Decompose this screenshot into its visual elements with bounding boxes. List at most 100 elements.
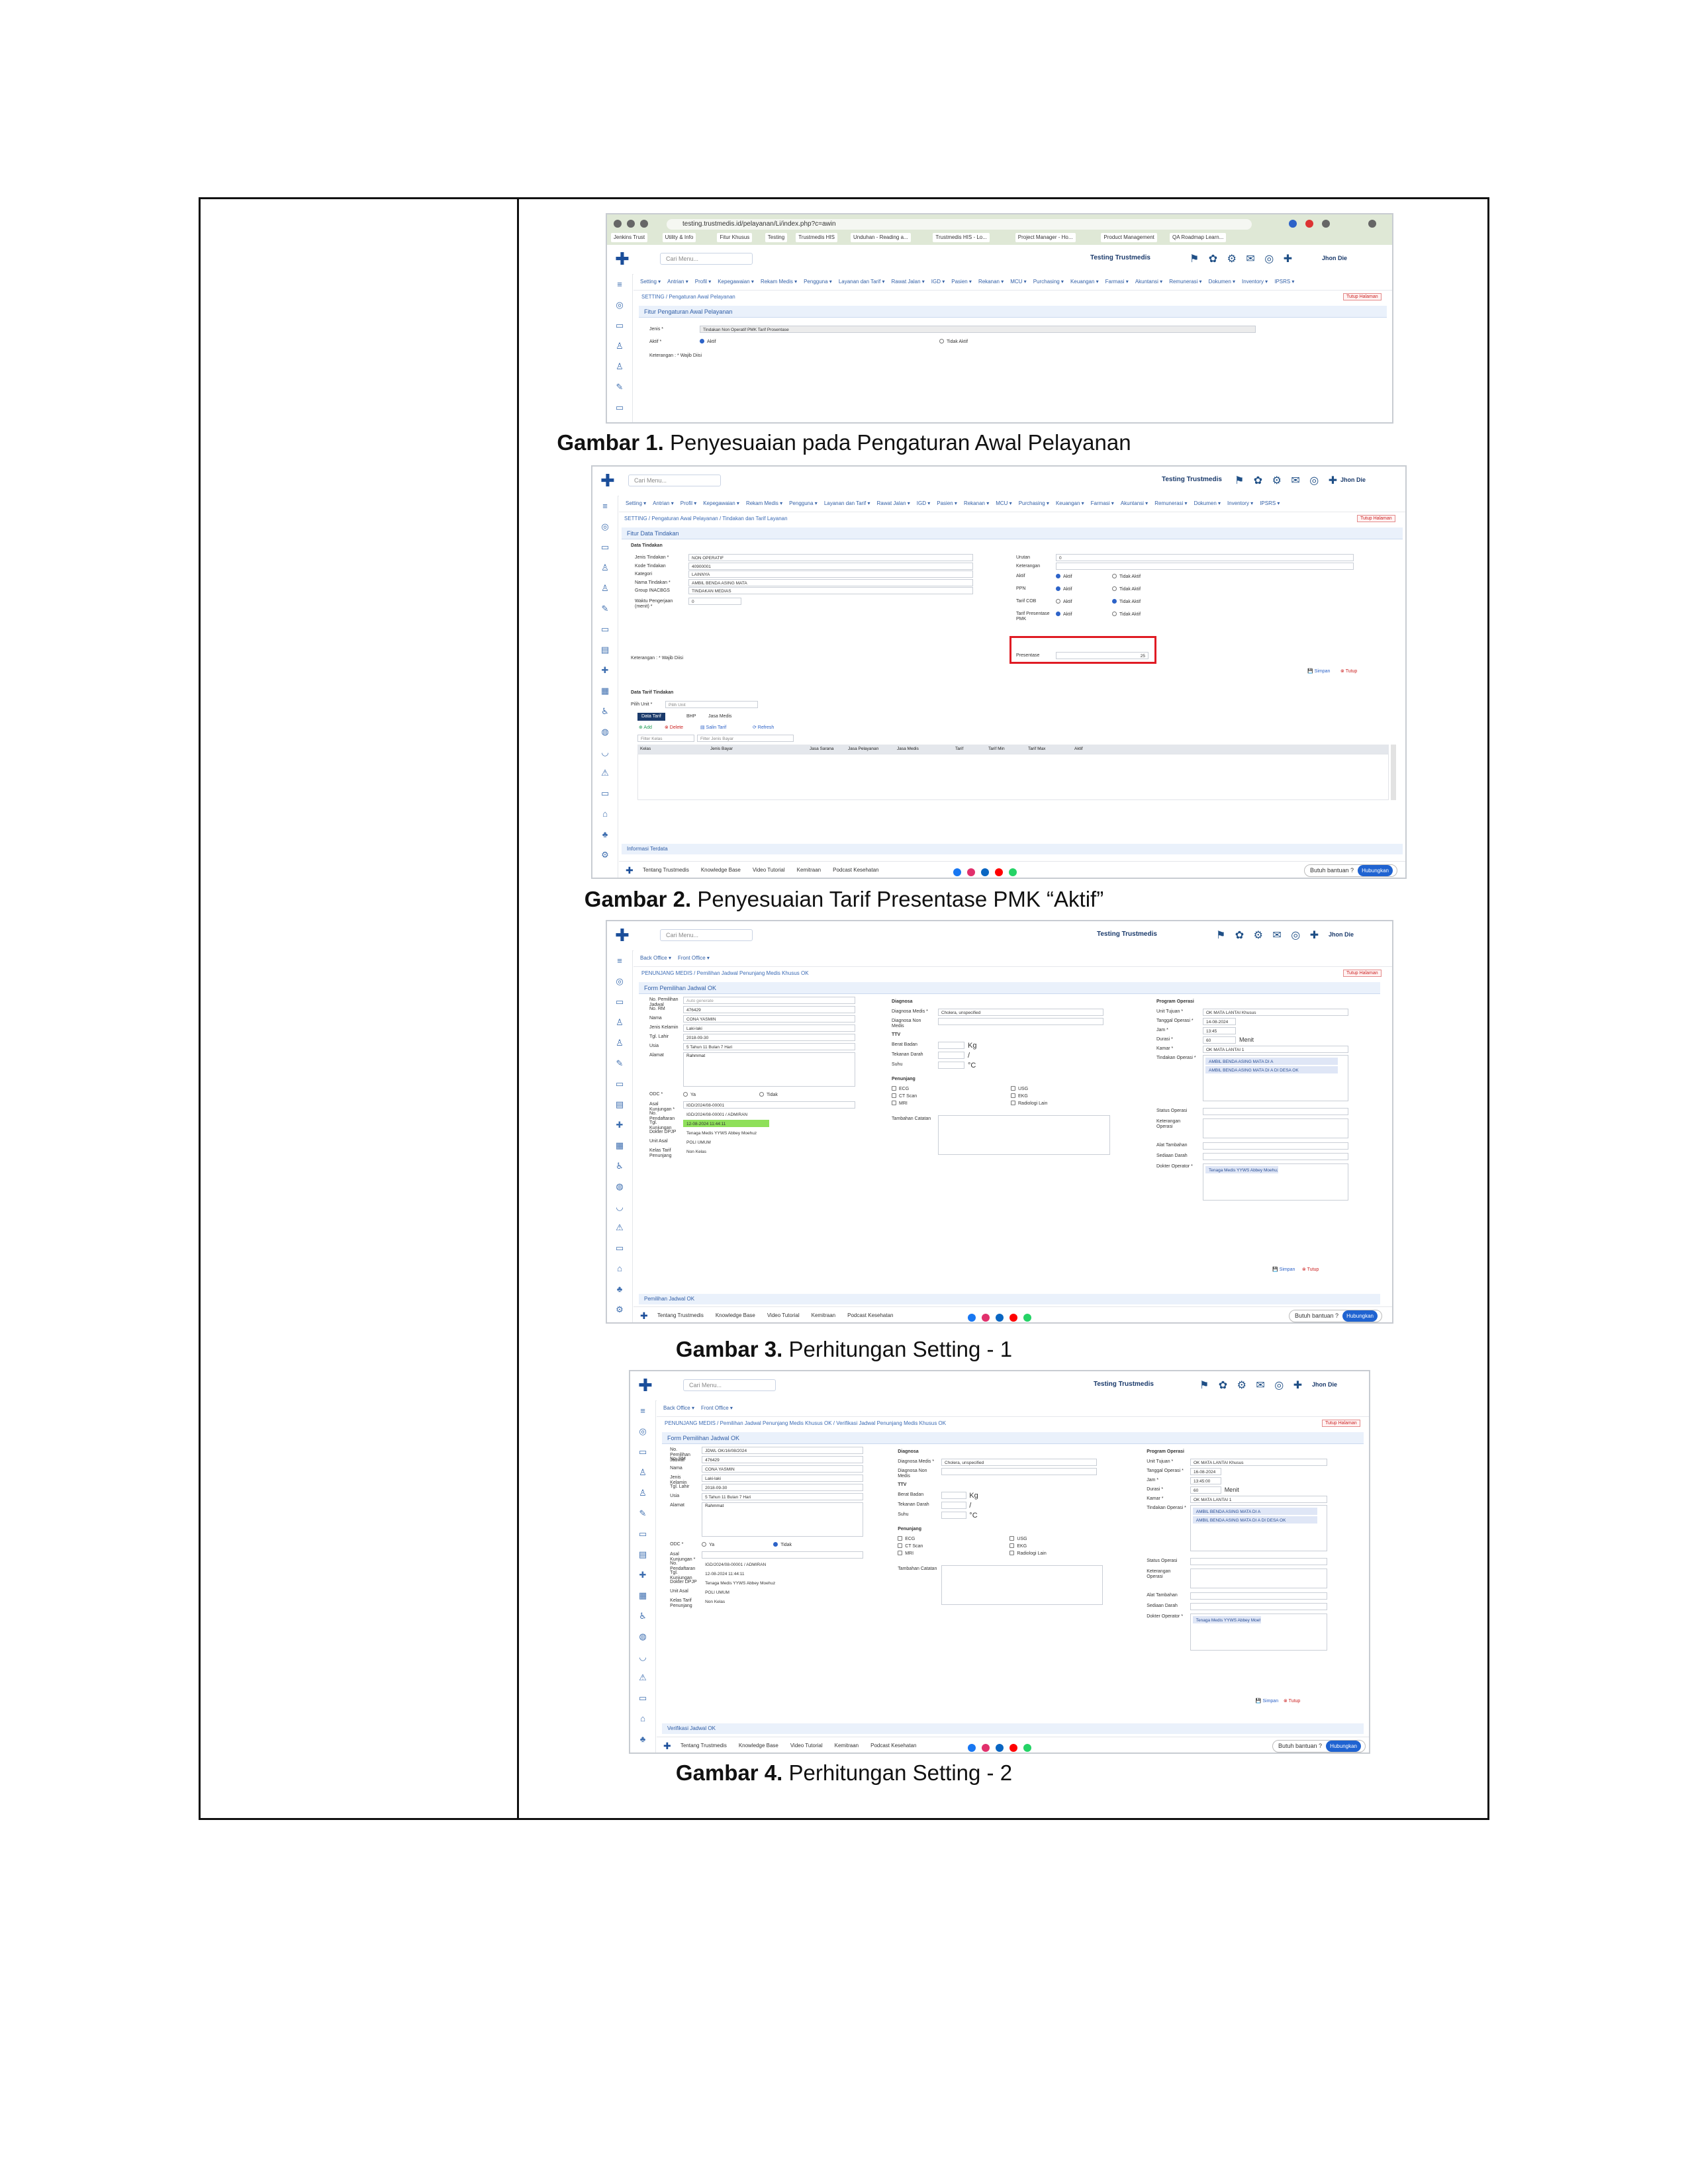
menu-item[interactable]: Layanan dan Tarif ▾ — [839, 279, 885, 285]
alamat-field[interactable]: Rahmmat — [683, 1052, 855, 1087]
delete-button[interactable]: ⊗ Delete — [665, 725, 683, 730]
save-button[interactable]: 💾 Simpan — [1307, 668, 1330, 674]
footer-link[interactable]: Podcast Kesehatan — [833, 867, 878, 873]
form-field[interactable]: CONA YASMIN — [702, 1465, 864, 1473]
form-field[interactable]: OK MATA LANTAI Khusus — [1203, 1009, 1348, 1016]
nav-icon[interactable]: ▭ — [607, 1073, 632, 1094]
social-icon[interactable] — [953, 868, 961, 876]
form-field[interactable]: TINDAKAN MEDIAS — [688, 587, 973, 594]
form-field[interactable]: 0 — [688, 598, 741, 605]
checkbox-mri[interactable]: MRI — [892, 1101, 908, 1106]
form-field[interactable] — [702, 1551, 864, 1559]
alat-field[interactable] — [1203, 1142, 1348, 1150]
menu-item[interactable]: Rawat Jalan ▾ — [877, 500, 910, 506]
header-icons[interactable]: ⚑ ✿ ⚙ ✉ ◎ ✚ — [1216, 929, 1322, 942]
nav-icon[interactable]: ▤ — [630, 1544, 655, 1565]
bookmark-item[interactable]: Fitur Khusus — [717, 233, 753, 242]
tindakan-chip[interactable]: AMBIL BENDA ASING MATA DI A — [1205, 1058, 1338, 1065]
menu-item[interactable]: Front Office ▾ — [678, 955, 710, 961]
catatan-field[interactable] — [938, 1115, 1110, 1155]
alamat-field[interactable]: Rahmmat — [702, 1502, 864, 1537]
menu-item[interactable]: Pengguna ▾ — [789, 500, 818, 506]
nav-icon[interactable]: ⚠ — [592, 762, 618, 783]
nav-icon[interactable]: ▦ — [592, 680, 618, 701]
nav-icon[interactable]: ▭ — [592, 619, 618, 639]
menu-icon[interactable]: ≡ — [630, 1400, 655, 1421]
social-icon[interactable] — [982, 1314, 990, 1322]
form-field[interactable]: 2018-09-30 — [702, 1484, 864, 1491]
menu-icon[interactable]: ≡ — [592, 496, 618, 516]
nav-icon[interactable]: ⚠ — [630, 1667, 655, 1688]
form-field[interactable]: 5 Tahun 11 Bulan 7 Hari — [683, 1043, 855, 1050]
search-input[interactable]: Cari Menu... — [660, 929, 753, 941]
nav-icon[interactable]: ♙ — [630, 1482, 655, 1503]
nav-icon[interactable]: ♙ — [592, 578, 618, 598]
menu-item[interactable]: MCU ▾ — [996, 500, 1011, 506]
extension-icon[interactable] — [1305, 220, 1313, 228]
social-icon[interactable] — [1023, 1314, 1031, 1322]
form-field[interactable]: 14-08-2024 — [1203, 1018, 1236, 1025]
menu-kebab-icon[interactable] — [1368, 220, 1376, 228]
menu-item[interactable]: Rekam Medis ▾ — [761, 279, 797, 285]
checkbox-ekg[interactable]: EKG — [1011, 1093, 1028, 1099]
radio-odc-tidak[interactable]: Tidak — [773, 1542, 792, 1547]
nav-icon[interactable]: ◎ — [607, 295, 632, 315]
refresh-button[interactable]: ⟳ Refresh — [753, 725, 774, 730]
form-field[interactable]: Auto generate — [683, 997, 855, 1004]
form-field[interactable]: IGD/2024/08-00001 — [683, 1101, 855, 1109]
menu-item[interactable]: Pasien ▾ — [937, 500, 957, 506]
nav-icon[interactable]: ♙ — [607, 336, 632, 356]
close-page-button[interactable]: Tutup Halaman — [1343, 970, 1382, 977]
filter-jenis-input[interactable]: Filter Jenis Bayar — [697, 735, 794, 742]
nav-icon[interactable]: ♣ — [592, 824, 618, 844]
radio-aktif[interactable]: Aktif — [700, 339, 716, 344]
menu-item[interactable]: Antrian ▾ — [653, 500, 674, 506]
keterangan-field[interactable] — [1190, 1569, 1327, 1588]
radio-odc-tidak[interactable]: Tidak — [759, 1092, 778, 1097]
checkbox-mri[interactable]: MRI — [898, 1551, 914, 1556]
breadcrumb-item[interactable]: SETTING — [641, 294, 665, 300]
tab-data-tarif[interactable]: Data Tarif — [637, 713, 665, 721]
form-field[interactable]: OK MATA LANTAI 1 — [1190, 1496, 1327, 1503]
menu-item[interactable]: Rekam Medis ▾ — [746, 500, 782, 506]
menu-item[interactable]: Rawat Jalan ▾ — [892, 279, 925, 285]
nav-icon[interactable]: ⌂ — [607, 1258, 632, 1279]
nav-icon[interactable]: ✚ — [592, 660, 618, 680]
nav-icon[interactable]: ⌂ — [592, 803, 618, 824]
social-icon[interactable] — [981, 868, 989, 876]
close-button[interactable]: ⊗ Tutup — [1302, 1267, 1319, 1272]
checkbox-radiologi-lain[interactable]: Radiologi Lain — [1011, 1101, 1047, 1106]
nav-icon[interactable]: ⚙ — [592, 844, 618, 865]
checkbox-ecg[interactable]: ECG — [898, 1536, 915, 1541]
footer-link[interactable]: Tentang Trustmedis — [680, 1743, 727, 1749]
form-field[interactable]: LAINNYA — [688, 570, 973, 578]
back-icon[interactable] — [614, 220, 622, 228]
tab-bhp[interactable]: BHP — [682, 713, 700, 721]
form-field[interactable] — [941, 1468, 1097, 1475]
radio-tidak-aktif[interactable]: Tidak Aktif — [1112, 612, 1141, 617]
menu-item[interactable]: Akuntansi ▾ — [1135, 279, 1162, 285]
breadcrumb-item[interactable]: Pengaturan Awal Pelayanan — [669, 294, 735, 300]
form-field[interactable] — [938, 1018, 1103, 1025]
menu-item[interactable]: Keuangan ▾ — [1056, 500, 1084, 506]
nav-icon[interactable]: ◡ — [607, 1197, 632, 1217]
form-field[interactable]: 40900001 — [688, 562, 973, 570]
header-icons[interactable]: ⚑ ✿ ⚙ ✉ ◎ ✚ — [1190, 252, 1295, 265]
footer-link[interactable]: Tentang Trustmedis — [657, 1312, 704, 1318]
nav-icon[interactable]: ♿ — [607, 1156, 632, 1176]
checkbox-usg[interactable]: USG — [1011, 1086, 1028, 1091]
bookmark-item[interactable]: Trustmedis HIS — [796, 233, 838, 242]
menu-item[interactable]: Setting ▾ — [626, 500, 646, 506]
menu-item[interactable]: Layanan dan Tarif ▾ — [824, 500, 870, 506]
nav-icon[interactable]: ▭ — [630, 1441, 655, 1462]
menu-item[interactable]: Pengguna ▾ — [804, 279, 832, 285]
menu-item[interactable]: MCU ▾ — [1010, 279, 1026, 285]
social-icon[interactable] — [996, 1314, 1004, 1322]
breadcrumb-item[interactable]: SETTING — [624, 516, 647, 522]
radio-aktif[interactable]: Aktif — [1056, 574, 1072, 579]
bookmark-item[interactable]: Trustmedis HIS - Lo... — [933, 233, 990, 242]
search-input[interactable]: Cari Menu... — [660, 253, 753, 265]
footer-link[interactable]: Podcast Kesehatan — [847, 1312, 893, 1318]
form-field[interactable]: 476429 — [683, 1006, 855, 1013]
footer-link[interactable]: Knowledge Base — [716, 1312, 755, 1318]
